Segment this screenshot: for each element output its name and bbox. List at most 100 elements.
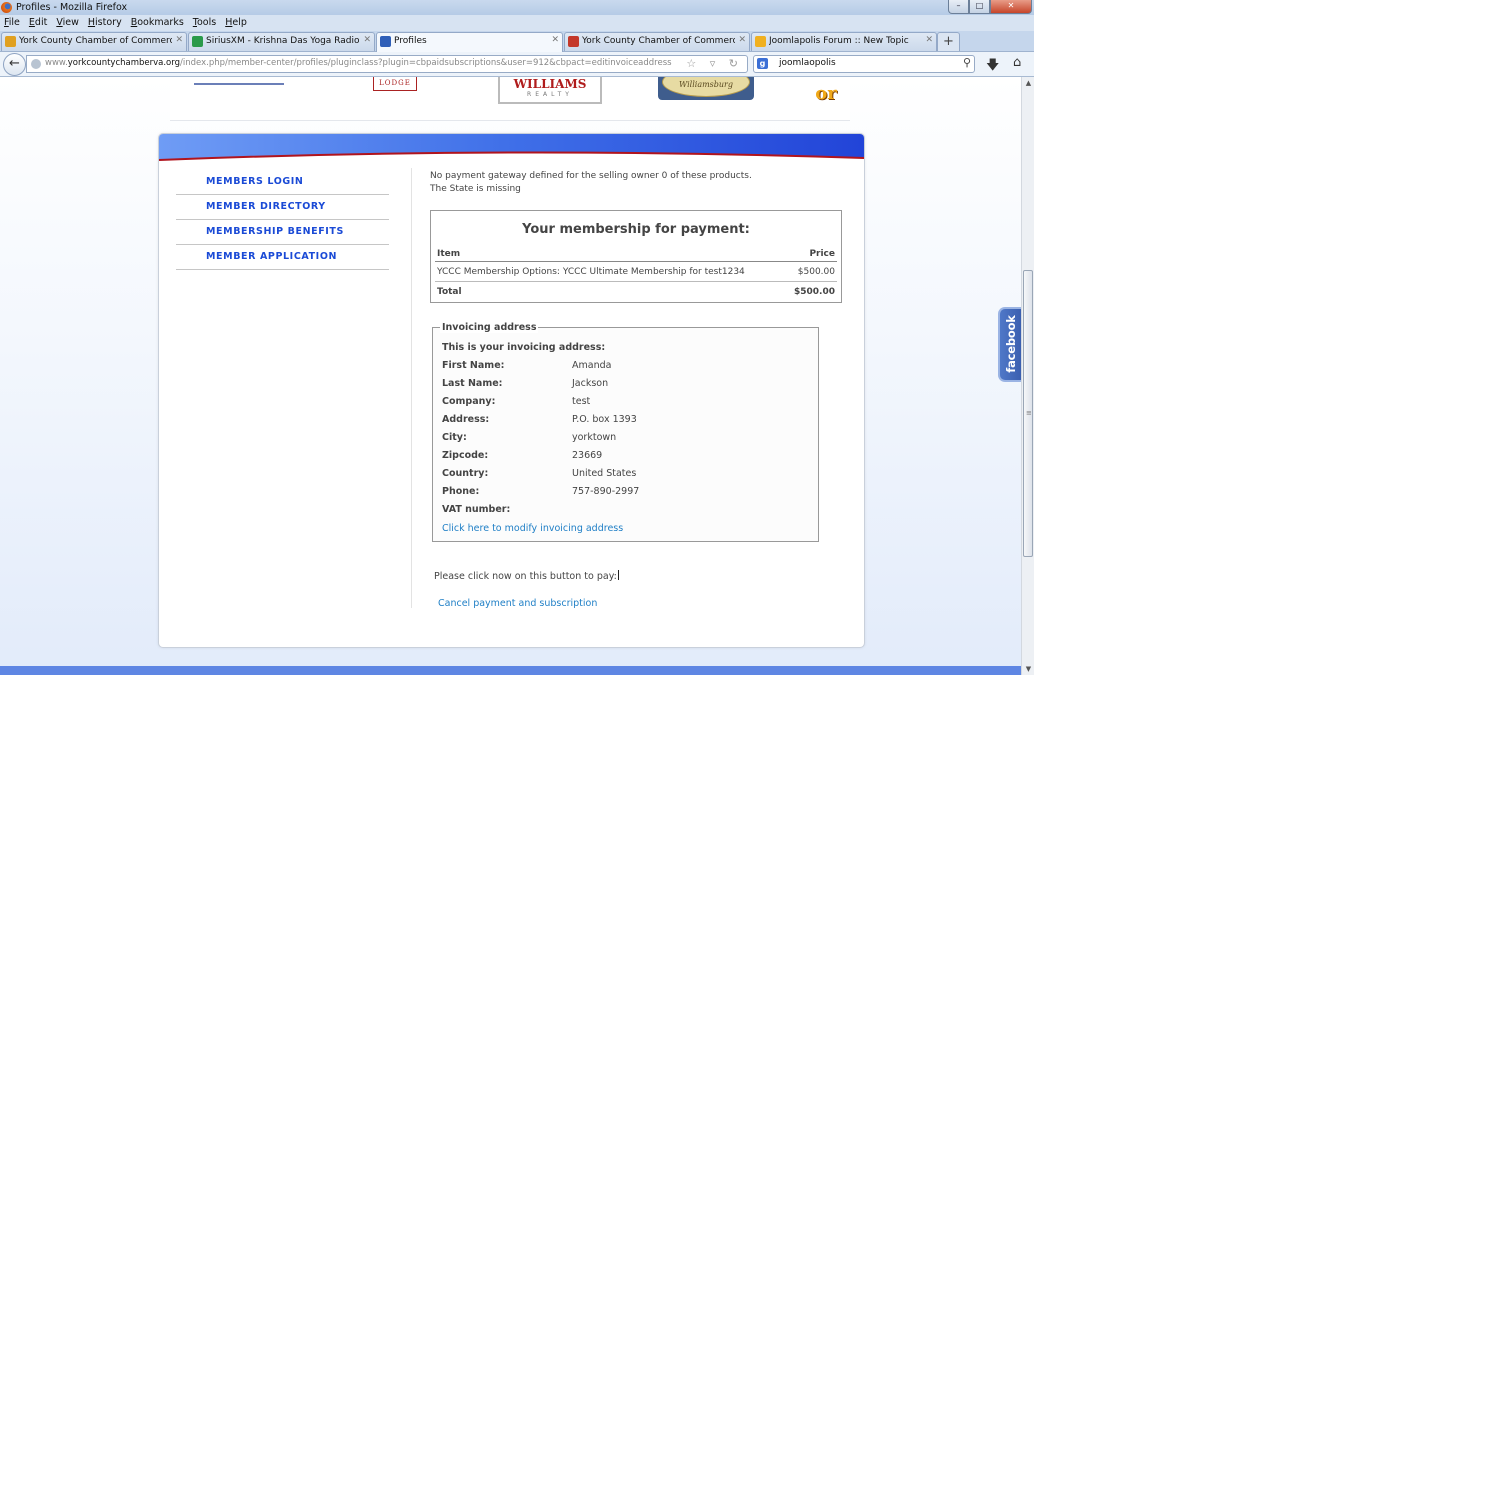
close-button[interactable]: ✕: [990, 0, 1032, 14]
nav-membership-benefits[interactable]: MEMBERSHIP BENEFITS: [176, 220, 389, 245]
field-value: yorktown: [572, 432, 617, 443]
home-icon[interactable]: ⌂: [1013, 55, 1021, 70]
scroll-thumb[interactable]: ≡: [1023, 270, 1033, 557]
sponsor-logo-or[interactable]: or: [806, 83, 846, 113]
state-missing-message: The State is missing: [430, 184, 521, 194]
table-row: YCCC Membership Options: YCCC Ultimate M…: [435, 261, 837, 282]
invoicing-intro: This is your invoicing address:: [442, 342, 606, 353]
field-value: Jackson: [572, 378, 609, 389]
page-viewport: LODGE WILLIAMS REALTY Williamsburg or ME…: [0, 77, 1021, 675]
payment-title: Your membership for payment:: [522, 222, 750, 237]
main-content: No payment gateway defined for the selli…: [430, 170, 850, 609]
field-value: P.O. box 1393: [572, 414, 637, 425]
tab-york-county-1[interactable]: York County Chamber of Commerce ... ✕: [1, 32, 187, 51]
column-divider: [411, 168, 412, 608]
payment-summary-box: Your membership for payment: Item Price …: [430, 210, 842, 303]
search-bar[interactable]: g joomlaopolis ⚲: [753, 55, 975, 73]
gateway-error-message: No payment gateway defined for the selli…: [430, 171, 752, 181]
tab-label: SiriusXM - Krishna Das Yoga Radio: [206, 36, 360, 46]
modify-invoicing-address-link[interactable]: Click here to modify invoicing address: [442, 523, 623, 534]
field-value: Amanda: [572, 360, 612, 371]
field-label: VAT number:: [442, 504, 511, 515]
item-price: $500.00: [786, 261, 837, 282]
menu-help[interactable]: Help: [221, 15, 252, 31]
menu-file[interactable]: File: [0, 15, 25, 31]
total-label: Total: [437, 286, 462, 297]
gmail-favicon-icon: [568, 36, 579, 47]
back-button[interactable]: ←: [3, 53, 26, 76]
scroll-up-icon[interactable]: ▲: [1022, 77, 1034, 89]
tab-york-county-2[interactable]: York County Chamber of Commerce ... ✕: [564, 32, 750, 51]
sponsor-logos: LODGE WILLIAMS REALTY Williamsburg or: [170, 77, 850, 121]
favicon-icon: [192, 36, 203, 47]
invoicing-legend: Invoicing address: [440, 322, 539, 333]
lodge-logo[interactable]: LODGE: [373, 77, 417, 91]
scroll-down-icon[interactable]: ▼: [1022, 663, 1034, 675]
facebook-tab[interactable]: facebook: [998, 307, 1021, 382]
field-value: 23669: [572, 450, 603, 461]
content-card: MEMBERS LOGIN MEMBER DIRECTORY MEMBERSHI…: [158, 133, 865, 648]
vertical-scrollbar[interactable]: ▲ ≡ ▼: [1021, 77, 1034, 675]
new-tab-button[interactable]: +: [937, 32, 960, 51]
field-label: Address:: [442, 414, 490, 425]
tab-profiles[interactable]: Profiles ✕: [376, 32, 563, 52]
total-row: Total $500.00: [435, 282, 837, 302]
williams-realty-logo[interactable]: WILLIAMS REALTY: [498, 77, 602, 104]
member-nav: MEMBERS LOGIN MEMBER DIRECTORY MEMBERSHI…: [176, 170, 389, 270]
field-label: Last Name:: [442, 378, 503, 389]
window-controls: – □ ✕: [948, 0, 1032, 14]
field-label: Phone:: [442, 486, 480, 497]
url-text: www.yorkcountychamberva.org/index.php/me…: [45, 58, 672, 68]
tab-close-icon[interactable]: ✕: [363, 35, 371, 45]
card-header-swoosh: [159, 134, 864, 161]
field-label: Country:: [442, 468, 489, 479]
bookmark-star-reload-icons[interactable]: ☆ ▿ ↻: [686, 57, 743, 70]
favicon-icon: [5, 36, 16, 47]
nav-member-application[interactable]: MEMBER APPLICATION: [176, 245, 389, 270]
tab-joomlapolis[interactable]: Joomlapolis Forum :: New Topic ✕: [751, 32, 937, 51]
navigation-bar: ← www.yorkcountychamberva.org/index.php/…: [0, 52, 1034, 77]
nav-members-login[interactable]: MEMBERS LOGIN: [176, 170, 389, 195]
price-column-header: Price: [786, 246, 837, 262]
tab-label: York County Chamber of Commerce ...: [19, 36, 172, 46]
pay-instruction: Please click now on this button to pay:: [434, 570, 619, 582]
nav-member-directory[interactable]: MEMBER DIRECTORY: [176, 195, 389, 220]
maximize-button[interactable]: □: [969, 0, 990, 14]
text-cursor: [617, 570, 619, 580]
favicon-icon: [755, 36, 766, 47]
search-input[interactable]: joomlaopolis: [779, 58, 836, 68]
browser-window: Profiles - Mozilla Firefox – □ ✕ File Ed…: [0, 0, 1034, 675]
download-icon[interactable]: 🡇: [986, 56, 999, 78]
invoicing-address-box: Invoicing address This is your invoicing…: [432, 322, 819, 542]
sponsor-logo[interactable]: [194, 77, 284, 85]
menu-edit[interactable]: Edit: [25, 15, 52, 31]
total-amount: $500.00: [794, 286, 835, 297]
item-column-header: Item: [435, 246, 787, 262]
williamsburg-logo[interactable]: Williamsburg: [658, 77, 754, 100]
menu-view[interactable]: View: [52, 15, 84, 31]
cancel-payment-link[interactable]: Cancel payment and subscription: [438, 598, 597, 609]
field-value: test: [572, 396, 591, 407]
tab-close-icon[interactable]: ✕: [175, 35, 183, 45]
footer-bar: [0, 666, 1021, 675]
tab-close-icon[interactable]: ✕: [925, 35, 933, 45]
google-icon[interactable]: g: [757, 58, 768, 69]
menu-history[interactable]: History: [84, 15, 127, 31]
firefox-logo-icon: [1, 2, 12, 13]
grip-icon: ≡: [1026, 409, 1032, 417]
tab-close-icon[interactable]: ✕: [738, 35, 746, 45]
minimize-button[interactable]: –: [948, 0, 969, 14]
field-value: United States: [572, 468, 637, 479]
menu-tools[interactable]: Tools: [189, 15, 221, 31]
favicon-icon: [380, 36, 391, 47]
title-bar: Profiles - Mozilla Firefox – □ ✕: [0, 0, 1034, 15]
tab-strip: York County Chamber of Commerce ... ✕ Si…: [0, 31, 1034, 52]
field-label: City:: [442, 432, 467, 443]
menu-bookmarks[interactable]: Bookmarks: [127, 15, 189, 31]
payment-table: Item Price YCCC Membership Options: YCCC…: [435, 246, 837, 301]
search-icon[interactable]: ⚲: [963, 56, 971, 69]
menu-bar: File Edit View History Bookmarks Tools H…: [0, 15, 1034, 31]
tab-close-icon[interactable]: ✕: [551, 35, 559, 45]
tab-siriusxm[interactable]: SiriusXM - Krishna Das Yoga Radio ✕: [188, 32, 375, 51]
url-bar[interactable]: www.yorkcountychamberva.org/index.php/me…: [26, 55, 748, 73]
